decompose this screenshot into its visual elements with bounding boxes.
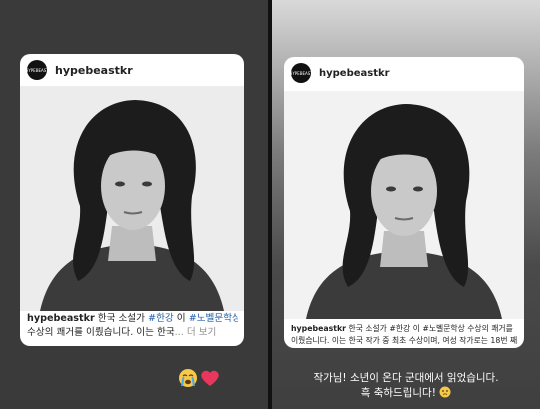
post-caption: hypebeastkr 한국 소설가 #한강 이 #노벨문학상 수상의 쾌거를 …	[291, 323, 518, 346]
loudly-crying-face-icon	[179, 369, 197, 387]
reply-line-2: 흑 축하드립니다!	[272, 386, 540, 401]
story-panel-right: HYPEBEAST hypebeastkr hypebeastkr 한국 소설가…	[272, 0, 540, 409]
teary-face-icon	[439, 386, 451, 398]
hashtag-nobel[interactable]: #노벨문학상	[189, 313, 238, 324]
avatar[interactable]: HYPEBEAST	[25, 60, 49, 80]
portrait-image	[284, 91, 524, 319]
story-reply-text: 작가님! 소년이 온다 군대에서 읽었습니다. 흑 축하드립니다!	[272, 371, 540, 400]
post-photo[interactable]	[284, 91, 524, 319]
shared-post-card[interactable]: HYPEBEAST hypebeastkr hypebeastkr 한국 소설가…	[20, 54, 244, 346]
caption-line-2: 수상의 쾌거를 이뤘습니다. 이는 한국	[27, 326, 175, 338]
caption-username[interactable]: hypebeastkr	[27, 313, 95, 324]
reaction-emojis	[178, 368, 220, 388]
reply-line-2-text: 흑 축하드립니다!	[360, 386, 436, 399]
shared-post-card[interactable]: HYPEBEAST hypebeastkr hypebeastkr 한국 소설가…	[284, 57, 524, 348]
avatar-logo-text: HYPEBEAST	[25, 67, 49, 73]
post-photo[interactable]	[20, 86, 244, 311]
story-panel-left: HYPEBEAST hypebeastkr hypebeastkr 한국 소설가…	[0, 0, 268, 409]
portrait-image	[20, 86, 244, 311]
post-caption: hypebeastkr 한국 소설가 #한강 이 #노벨문학상 수상의 쾌거를 …	[27, 312, 238, 340]
caption-line-2: 이뤘습니다. 이는 한국 작가 중 최초 수상이며, 여성 작가로는 18번 째…	[291, 335, 518, 345]
reply-line-1: 작가님! 소년이 온다 군대에서 읽었습니다.	[313, 372, 499, 384]
account-name[interactable]: hypebeastkr	[319, 68, 390, 79]
post-header: HYPEBEAST hypebeastkr	[20, 54, 244, 86]
avatar[interactable]: HYPEBEAST	[289, 63, 313, 83]
caption-text-2: 이	[176, 313, 186, 324]
hashtag-hangang[interactable]: #한강	[148, 313, 174, 324]
caption-text-1: 한국 소설가	[97, 313, 145, 324]
caption-username[interactable]: hypebeastkr	[291, 324, 346, 333]
caption-line-1: 한국 소설가 #한강 이 #노벨문학상 수상의 쾌거를	[348, 324, 513, 333]
account-name[interactable]: hypebeastkr	[55, 64, 133, 77]
more-link[interactable]: ... 더 보기	[175, 327, 217, 338]
heart-icon	[201, 370, 219, 386]
post-header: HYPEBEAST hypebeastkr	[284, 57, 524, 89]
avatar-logo-text: HYPEBEAST	[289, 70, 313, 76]
